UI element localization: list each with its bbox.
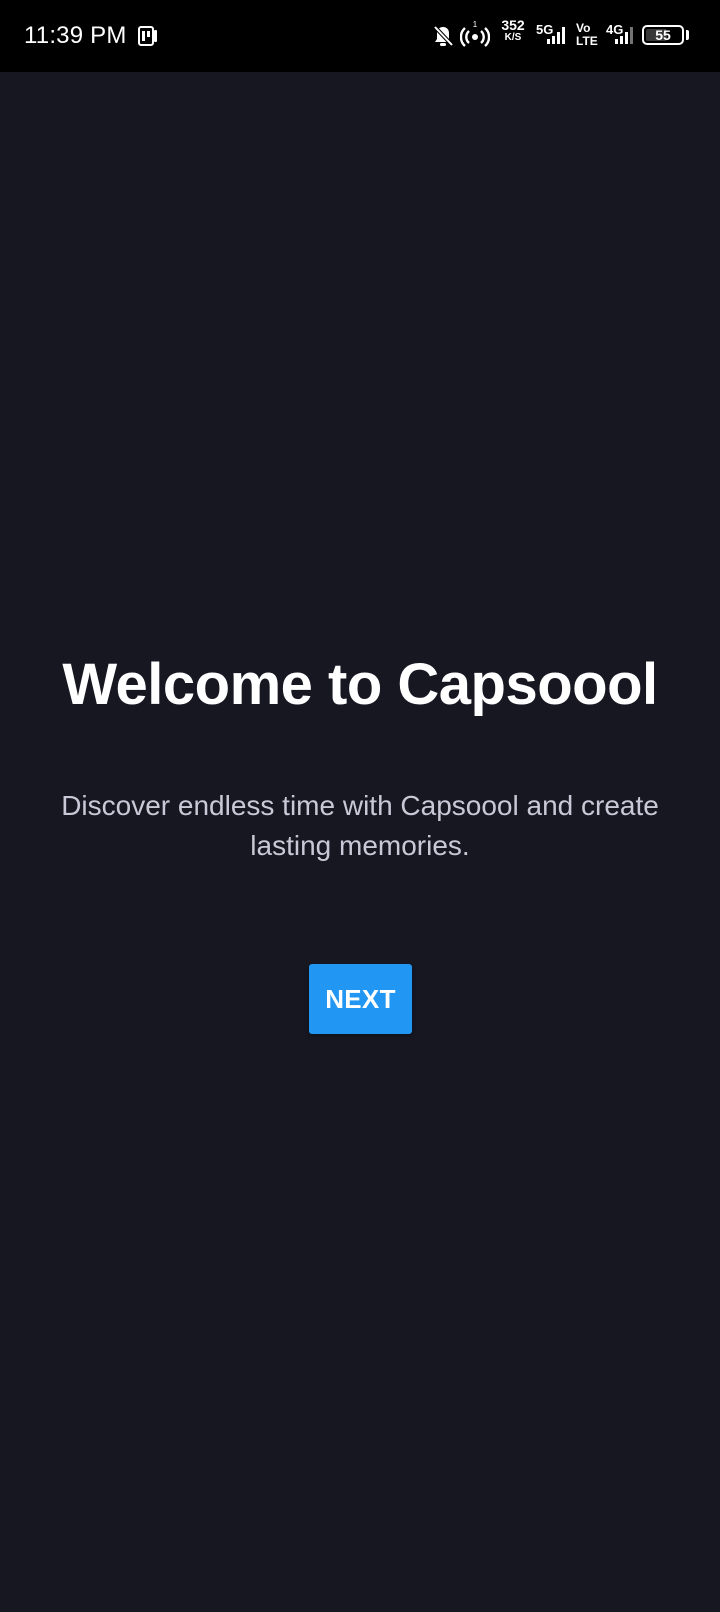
- volte-label-bottom: LTE: [576, 34, 598, 48]
- next-button[interactable]: NEXT: [309, 964, 412, 1034]
- welcome-title: Welcome to Capsoool: [62, 652, 658, 717]
- bell-off-icon: [432, 24, 454, 53]
- status-bar: 11:39 PM 1 352 K/S 5G Vo LTE 4G 55: [0, 0, 720, 72]
- status-time: 11:39 PM: [24, 22, 127, 49]
- welcome-subtitle: Discover endless time with Capsoool and …: [61, 790, 659, 861]
- network-speed-value: 352: [501, 17, 525, 33]
- network-speed-unit: K/S: [504, 32, 522, 43]
- app-notification-icon: [138, 24, 160, 48]
- network-speed: 352 K/S: [498, 18, 528, 44]
- signal-icon: [546, 24, 568, 51]
- svg-text:1: 1: [473, 20, 478, 29]
- battery-level: 55: [655, 27, 671, 43]
- hotspot-icon: 1: [459, 20, 491, 55]
- onboarding-screen: Welcome to Capsoool Discover endless tim…: [0, 72, 720, 1612]
- signal-icon: [614, 24, 636, 51]
- battery-tip: [686, 30, 689, 40]
- battery-icon: 55: [642, 25, 684, 45]
